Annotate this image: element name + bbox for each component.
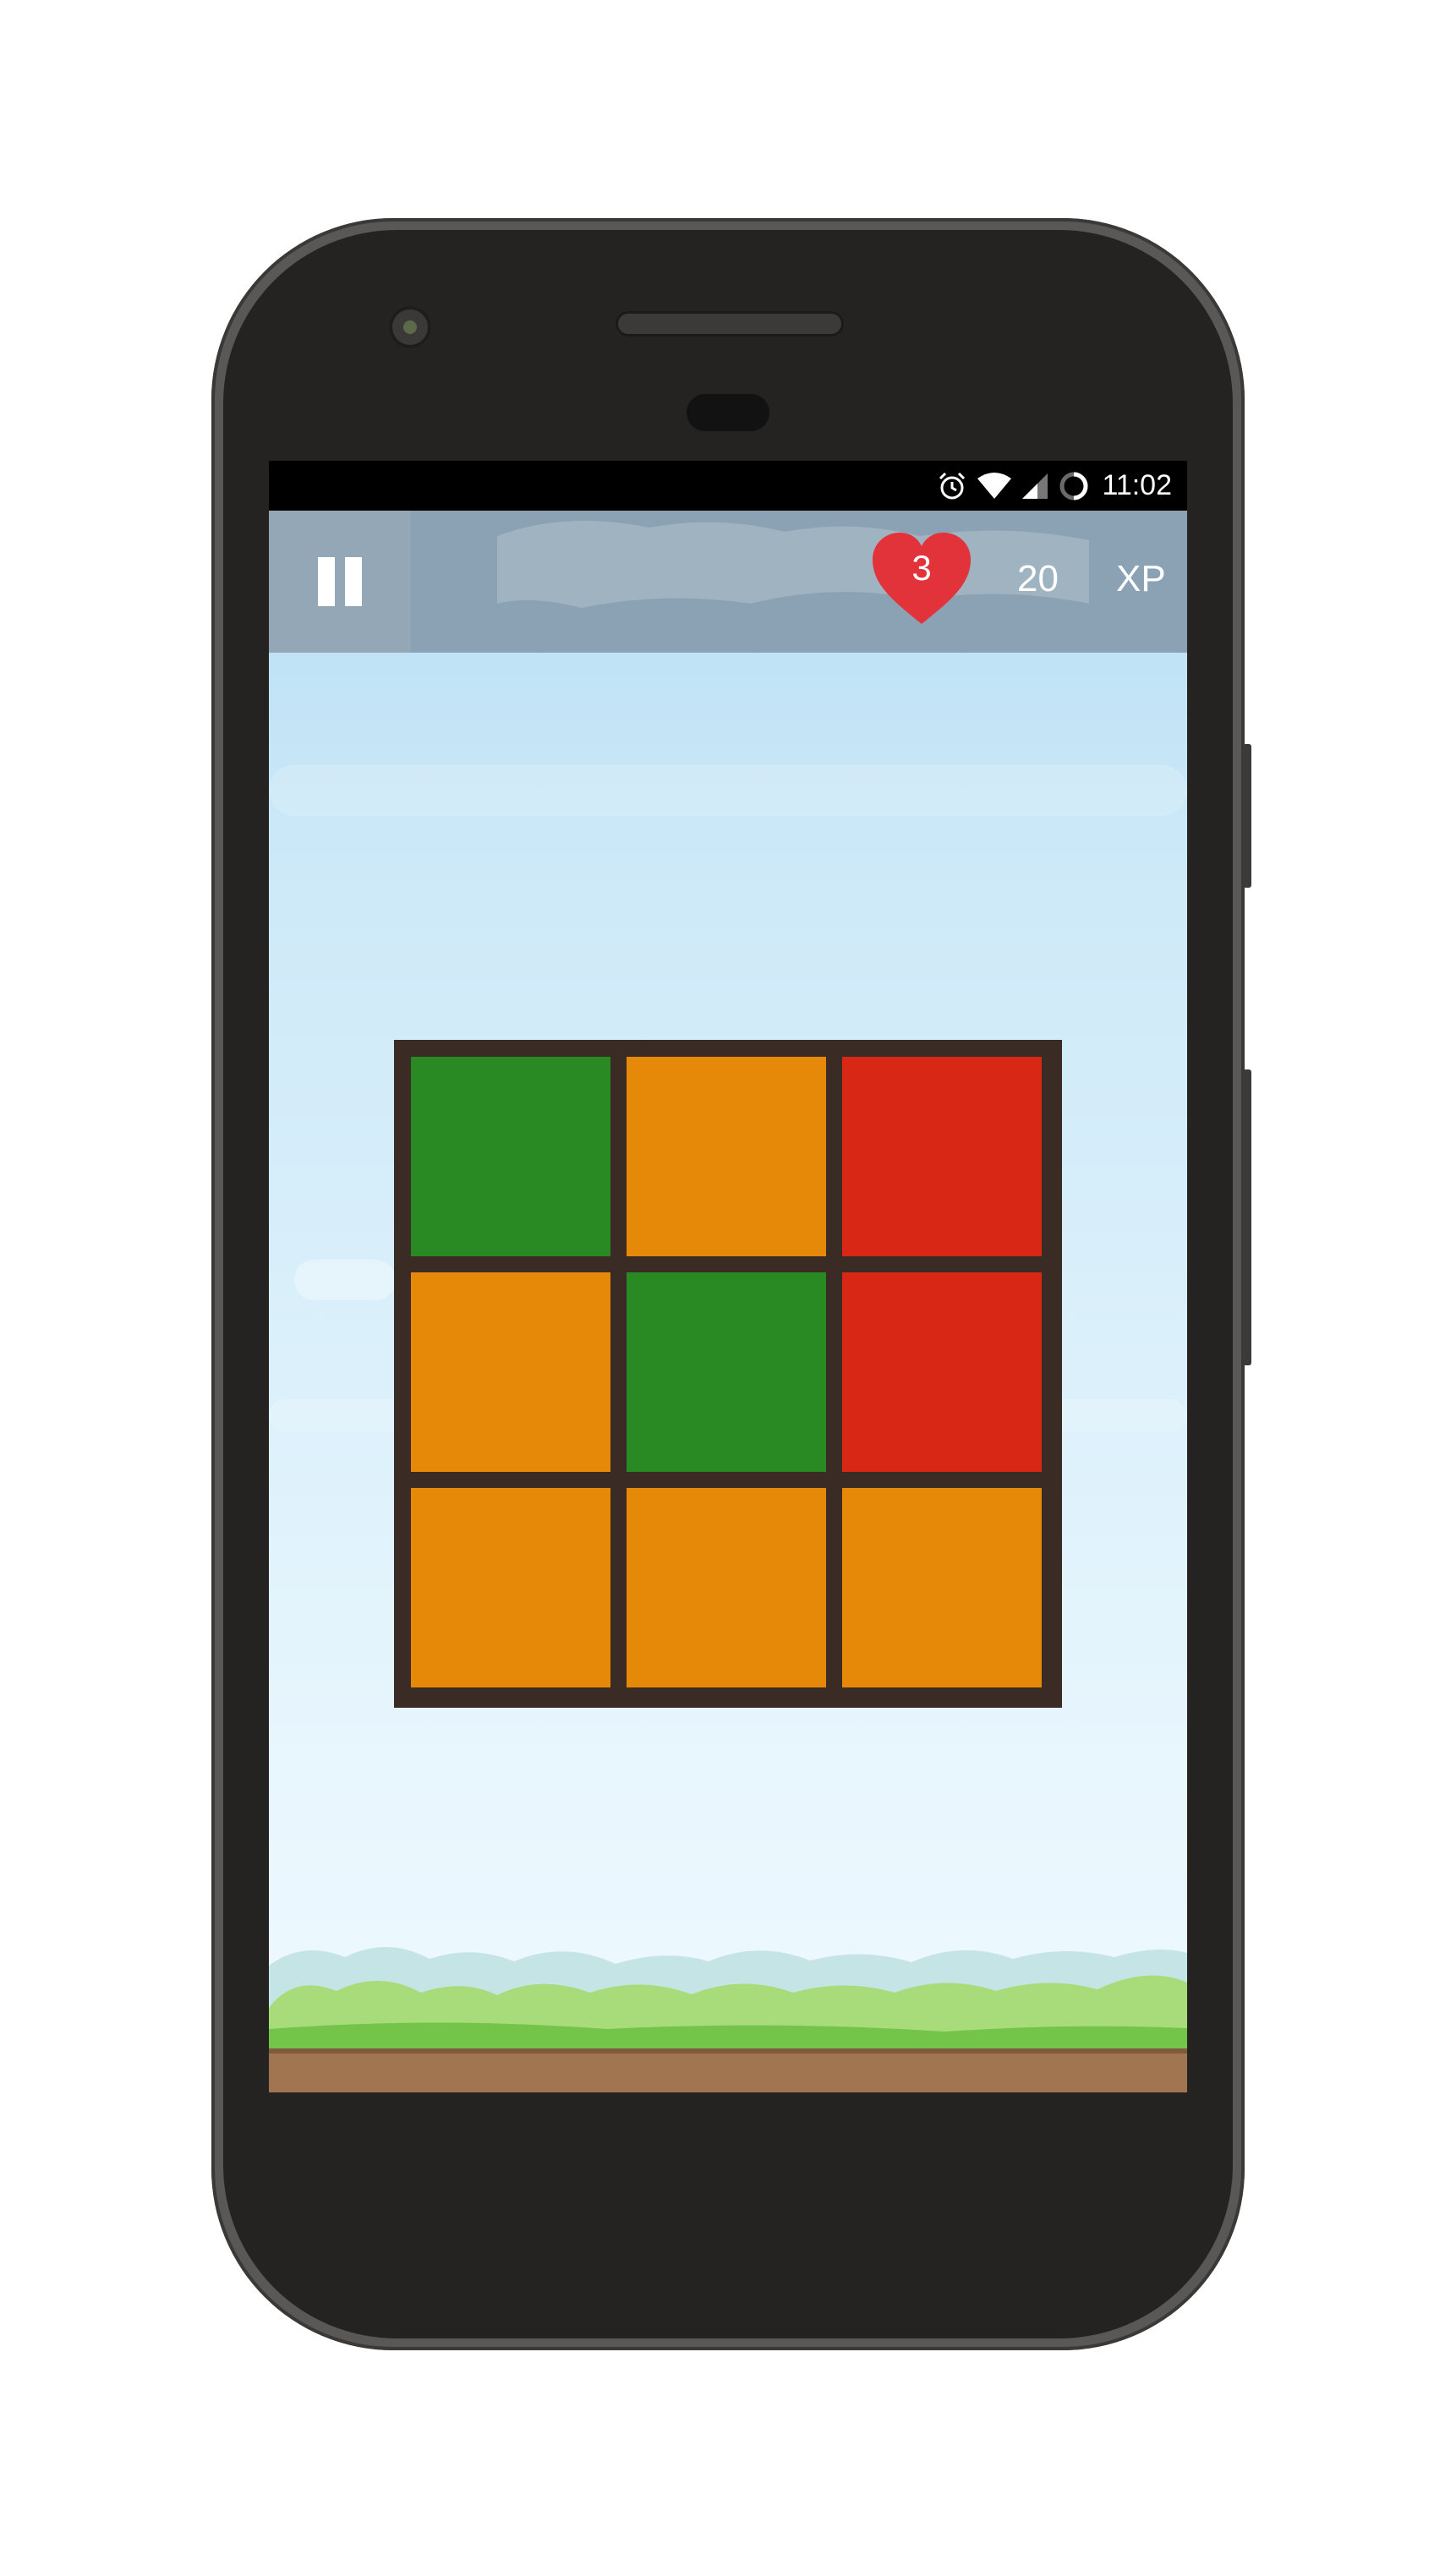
background-cloud [294, 1260, 396, 1300]
pause-icon [313, 557, 367, 606]
tile-red[interactable] [842, 1272, 1042, 1472]
tile-green[interactable] [627, 1272, 826, 1472]
alarm-icon [936, 470, 968, 502]
proximity-sensor [687, 394, 769, 431]
xp-label: XP [1116, 558, 1166, 599]
background-cloud [269, 765, 1187, 816]
battery-charging-icon [1058, 470, 1090, 502]
game-screen: 11:02 3 20 XP [269, 461, 1187, 2092]
tile-orange[interactable] [627, 1057, 826, 1256]
tile-orange[interactable] [627, 1488, 826, 1687]
signal-icon [1021, 472, 1049, 500]
front-camera [389, 306, 431, 348]
volume-button [1243, 1069, 1251, 1365]
status-icons: 11:02 [936, 461, 1172, 511]
tile-orange[interactable] [411, 1272, 610, 1472]
hud-cloud-decoration [497, 521, 1089, 608]
status-time: 11:02 [1102, 469, 1172, 501]
earpiece-speaker [616, 311, 844, 336]
tile-green[interactable] [411, 1057, 610, 1256]
game-board [394, 1040, 1062, 1708]
hud-bar: 3 20 XP [269, 511, 1187, 653]
lives-heart: 3 [869, 529, 974, 629]
tile-orange[interactable] [411, 1488, 610, 1687]
xp-value: 20 [1017, 558, 1059, 599]
lives-count: 3 [911, 548, 932, 588]
tile-red[interactable] [842, 1057, 1042, 1256]
pause-button[interactable] [269, 511, 411, 653]
power-button [1243, 744, 1251, 888]
wifi-icon [977, 472, 1012, 500]
status-bar: 11:02 [269, 461, 1187, 511]
ground-decoration [269, 1946, 1187, 2092]
tile-orange[interactable] [842, 1488, 1042, 1687]
